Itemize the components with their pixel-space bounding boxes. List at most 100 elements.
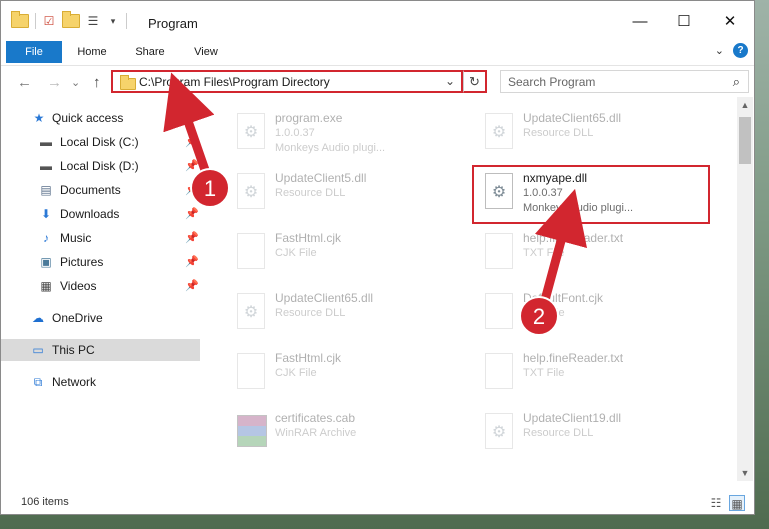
quick-access-toolbar: ☑ ☰ ▾ (11, 11, 127, 29)
sidebar-item-label: Music (60, 231, 92, 245)
drive-icon: ▬ (40, 159, 52, 173)
dropdown-arrow-icon[interactable]: ▾ (106, 14, 120, 28)
list-item[interactable]: certificates.cab WinRAR Archive (223, 405, 453, 457)
sidebar-item-label: Documents (60, 183, 121, 197)
search-input[interactable]: Search Program ⌕ (500, 70, 749, 93)
pin-icon[interactable]: 📌 (185, 203, 199, 225)
file-detail: Resource DLL (523, 127, 594, 139)
checklist-icon[interactable]: ☑ (42, 14, 56, 28)
sidebar-item-documents[interactable]: ▤ Documents 📌 (1, 179, 200, 201)
file-detail: TXT File (523, 367, 565, 379)
list-item[interactable]: help.fineReader.txt TXT File (471, 345, 701, 397)
tab-file[interactable]: File (6, 41, 62, 63)
status-bar: 106 items ☷ ▦ (1, 491, 754, 514)
pin-icon[interactable]: 📌 (185, 155, 199, 177)
toolbar-divider (126, 13, 127, 29)
refresh-button[interactable]: ↻ (463, 70, 487, 93)
tab-share[interactable]: Share (127, 41, 173, 63)
file-icon (481, 233, 515, 271)
back-button[interactable]: ← (17, 74, 32, 91)
sidebar-item-this-pc[interactable]: ▭ This PC (1, 339, 200, 361)
properties-icon[interactable]: ☰ (86, 14, 100, 28)
sidebar-item-downloads[interactable]: ⬇ Downloads 📌 (1, 203, 200, 225)
dll-icon: ⚙ (481, 413, 515, 451)
music-icon: ♪ (43, 231, 49, 245)
tiles-view-icon[interactable]: ▦ (729, 495, 745, 511)
navigation-pane: ★ Quick access ▬ Local Disk (C:) 📌 ▬ Loc… (1, 101, 201, 481)
details-view-icon[interactable]: ☷ (708, 495, 724, 511)
dll-icon: ⚙ (233, 173, 267, 211)
file-icon (233, 353, 267, 391)
file-detail: Resource DLL (275, 187, 346, 199)
vertical-scrollbar[interactable]: ▲ ▼ (737, 97, 753, 481)
sidebar-item-videos[interactable]: ▦ Videos 📌 (1, 275, 200, 297)
star-icon: ★ (33, 111, 45, 125)
scroll-up-icon[interactable]: ▲ (737, 97, 753, 113)
file-detail: CJK File (275, 367, 317, 379)
folder-icon (120, 75, 136, 90)
file-icon (481, 293, 515, 331)
tab-home[interactable]: Home (69, 41, 115, 63)
list-item[interactable]: FastHtml.cjk CJK File (223, 225, 453, 277)
file-detail: Monkeys Audio plugi... (275, 142, 386, 154)
file-name: DefaultFont.cjk (523, 291, 604, 305)
list-item[interactable]: ⚙ UpdateClient65.dll Resource DLL (471, 105, 701, 157)
file-icon (233, 233, 267, 271)
list-item[interactable]: FastHtml.cjk CJK File (223, 345, 453, 397)
sidebar-item-local-disk-c[interactable]: ▬ Local Disk (C:) 📌 (1, 131, 200, 153)
file-name: certificates.cab (275, 411, 356, 425)
search-icon[interactable]: ⌕ (733, 74, 740, 90)
list-item[interactable]: ⚙ UpdateClient5.dll Resource DLL (223, 165, 453, 217)
network-icon: ⧉ (33, 375, 43, 389)
close-button[interactable]: ✕ (715, 10, 745, 34)
file-name: UpdateClient5.dll (275, 171, 367, 185)
search-placeholder: Search Program (508, 75, 596, 89)
pin-icon[interactable]: 📌 (185, 179, 199, 201)
pin-icon[interactable]: 📌 (185, 251, 199, 273)
list-item[interactable]: ⚙ UpdateClient19.dll Resource DLL (471, 405, 701, 457)
pin-icon[interactable]: 📌 (185, 275, 199, 297)
address-field[interactable]: C:\Program Files\Program Directory ⌄ (111, 70, 463, 93)
chevron-down-icon[interactable]: ⌄ (445, 74, 455, 88)
title-bar: ☑ ☰ ▾ Program — ☐ ✕ (1, 1, 754, 41)
computer-icon: ▭ (32, 343, 44, 357)
help-icon[interactable]: ? (733, 43, 748, 58)
up-button[interactable]: ↑ (93, 74, 101, 91)
videos-icon: ▦ (40, 279, 52, 293)
recent-locations-icon[interactable]: ⌄ (71, 76, 80, 89)
sidebar-item-quick-access[interactable]: ★ Quick access (1, 107, 200, 129)
pin-icon[interactable]: 📌 (185, 227, 199, 249)
scroll-down-icon[interactable]: ▼ (737, 465, 753, 481)
sidebar-item-network[interactable]: ⧉ Network (1, 371, 200, 393)
file-icon (481, 353, 515, 391)
sidebar-item-label: Quick access (52, 111, 124, 125)
maximize-button[interactable]: ☐ (669, 10, 699, 34)
documents-icon: ▤ (40, 183, 52, 197)
sidebar-item-pictures[interactable]: ▣ Pictures 📌 (1, 251, 200, 273)
minimize-button[interactable]: — (625, 10, 655, 34)
sidebar-item-label: OneDrive (52, 311, 103, 325)
file-name: FastHtml.cjk (275, 231, 341, 245)
sidebar-item-music[interactable]: ♪ Music 📌 (1, 227, 200, 249)
file-name: FastHtml.cjk (275, 351, 341, 365)
tab-view[interactable]: View (183, 41, 229, 63)
scroll-thumb[interactable] (739, 117, 751, 164)
exe-icon: ⚙ (233, 113, 267, 151)
sidebar-item-local-disk-d[interactable]: ▬ Local Disk (D:) 📌 (1, 155, 200, 177)
download-icon: ⬇ (40, 207, 52, 221)
list-item[interactable]: ⚙ UpdateClient65.dll Resource DLL (223, 285, 453, 337)
forward-button[interactable]: → (47, 74, 62, 91)
list-item[interactable]: help.fineReader.txt TXT File (471, 225, 701, 277)
folder-icon[interactable] (11, 11, 29, 28)
window-title: Program (148, 16, 198, 31)
file-detail: 1.0.0.37 (275, 127, 315, 139)
pin-icon[interactable]: 📌 (185, 131, 199, 153)
folder-icon[interactable] (62, 11, 80, 28)
sidebar-item-onedrive[interactable]: ☁ OneDrive (1, 307, 200, 329)
list-item[interactable]: DefaultFont.cjk CJK File (471, 285, 701, 337)
item-count: 106 items (21, 496, 69, 508)
ribbon-expand-icon[interactable]: ⌄ (715, 44, 724, 57)
sidebar-item-label: Downloads (60, 207, 120, 221)
list-item[interactable]: ⚙ program.exe 1.0.0.37 Monkeys Audio plu… (223, 105, 453, 157)
toolbar-divider (35, 13, 36, 29)
